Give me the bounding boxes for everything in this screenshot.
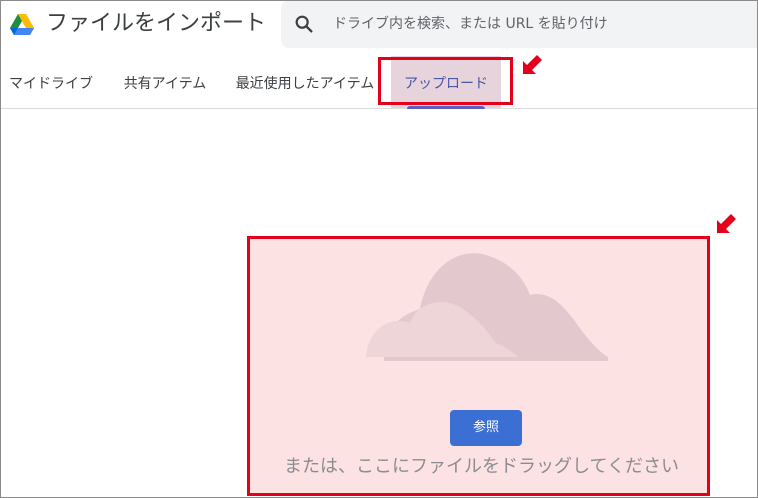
- search-input[interactable]: ドライブ内を検索、または URL を貼り付け: [333, 15, 608, 33]
- selected-tab-indicator: [407, 106, 485, 109]
- browse-button[interactable]: 参照: [450, 410, 522, 446]
- upload-drop-zone[interactable]: 参照 または、ここにファイルをドラッグしてください: [247, 236, 710, 496]
- tab-recent[interactable]: 最近使用したアイテム: [232, 56, 378, 108]
- annotation-highlight-upload-tab: [378, 57, 513, 105]
- tab-my-drive[interactable]: マイドライブ: [8, 56, 94, 108]
- drag-instruction-text: または、ここにファイルをドラッグしてください: [284, 456, 679, 477]
- dialog-header: ファイルをインポート ドライブ内を検索、または URL を貼り付け: [0, 0, 758, 52]
- red-arrow-icon: [717, 214, 736, 233]
- red-arrow-icon: [523, 55, 542, 74]
- tab-shared-with-me[interactable]: 共有アイテム: [120, 56, 210, 108]
- search-icon[interactable]: [293, 13, 315, 35]
- cloud-illustration-icon: [366, 253, 608, 361]
- google-drive-logo-icon: [10, 14, 34, 35]
- search-box[interactable]: ドライブ内を検索、または URL を貼り付け: [281, 0, 758, 48]
- dialog-title: ファイルをインポート: [46, 11, 267, 36]
